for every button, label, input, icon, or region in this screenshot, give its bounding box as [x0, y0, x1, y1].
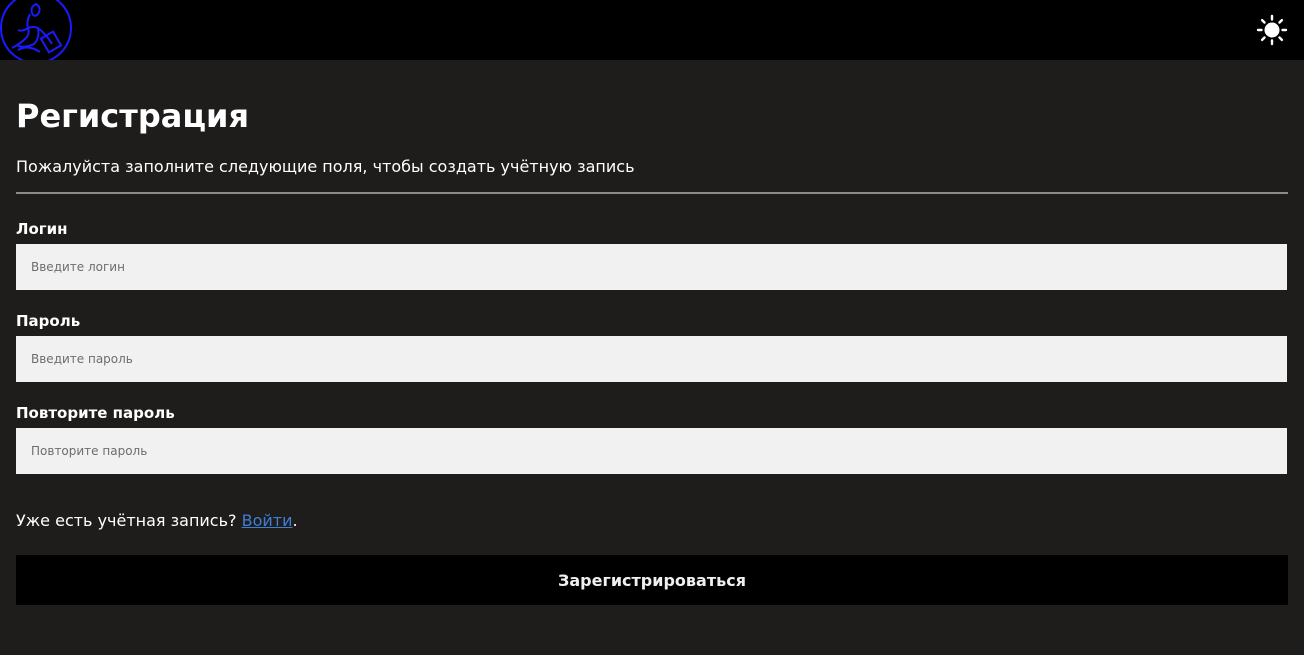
login-label: Логин — [16, 220, 68, 238]
login-input[interactable] — [16, 244, 1287, 290]
logo-link[interactable] — [0, 0, 74, 64]
top-bar — [0, 0, 1304, 64]
sun-icon — [1256, 14, 1288, 46]
login-prompt-suffix: . — [292, 511, 298, 530]
login-link[interactable]: Войти — [242, 511, 293, 530]
form-subtitle: Пожалуйста заполните следующие поля, что… — [16, 157, 635, 176]
register-button[interactable]: Зарегистрироваться — [16, 555, 1288, 605]
theme-toggle-button[interactable] — [1256, 14, 1288, 46]
password-repeat-input[interactable] — [16, 428, 1287, 474]
page-title: Регистрация — [16, 97, 249, 135]
password-label: Пароль — [16, 312, 81, 330]
goddess-outline-logo-icon — [0, 0, 72, 64]
divider — [16, 192, 1288, 194]
login-prompt: Уже есть учётная запись? Войти. — [16, 510, 298, 532]
login-prompt-text: Уже есть учётная запись? — [16, 511, 237, 530]
password-repeat-label: Повторите пароль — [16, 404, 175, 422]
password-input[interactable] — [16, 336, 1287, 382]
